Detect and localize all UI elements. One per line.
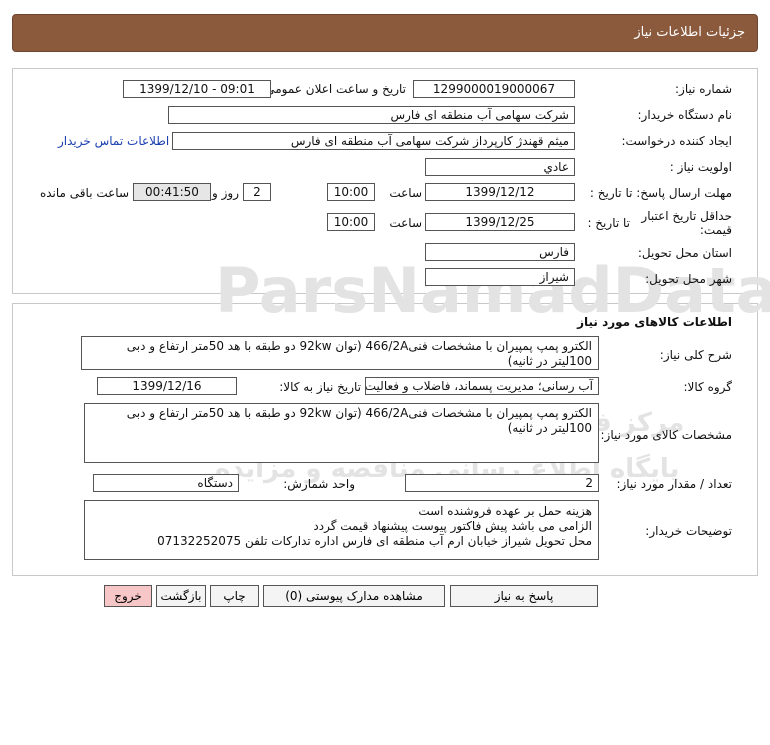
buyer-notes-line-1: هزینه حمل بر عهده فروشنده است xyxy=(418,504,592,518)
goods-specs-label: مشخصات کالای مورد نیاز: xyxy=(600,428,732,442)
city-label: شهر محل تحویل: xyxy=(645,272,732,286)
quantity-value: 2 xyxy=(405,474,599,492)
buyer-notes-box: هزینه حمل بر عهده فروشنده است الزامی می … xyxy=(84,500,599,560)
unit-label: واحد شمارش: xyxy=(283,477,355,491)
print-button[interactable]: چاپ xyxy=(210,585,259,607)
announce-datetime-value: 1399/12/10 - 09:01 xyxy=(123,80,271,98)
priority-label: اولویت نیاز : xyxy=(669,160,732,174)
general-desc-label: شرح کلی نیاز: xyxy=(659,348,732,362)
validity-time-label: ساعت xyxy=(389,216,422,230)
goods-group-label: گروه کالا: xyxy=(683,380,733,394)
general-desc-value: الکترو پمپ پمپیران با مشخصات فنی466/2A (… xyxy=(81,336,599,370)
need-date-goods-value: 1399/12/16 xyxy=(97,377,237,395)
buyer-org-value: شرکت سهامی آب منطقه ای فارس xyxy=(168,106,575,124)
exit-button[interactable]: خروج xyxy=(104,585,152,607)
unit-value: دستگاه xyxy=(93,474,239,492)
reply-date-value: 1399/12/12 xyxy=(425,183,575,201)
quantity-label: تعداد / مقدار مورد نیاز: xyxy=(616,477,732,491)
requester-value: میثم قهندژ کارپرداز شرکت سهامی آب منطقه … xyxy=(172,132,575,150)
days-left-value: 2 xyxy=(243,183,271,201)
goods-group-value: آب رسانی؛ مدیریت پسماند، فاضلاب و فعالیت… xyxy=(365,377,599,395)
reply-to-need-button[interactable]: پاسخ به نیاز xyxy=(450,585,598,607)
need-details-panel xyxy=(12,68,758,294)
province-value: فارس xyxy=(425,243,575,261)
reply-deadline-label: مهلت ارسال پاسخ: تا تاریخ : xyxy=(589,186,732,200)
validity-time-value: 10:00 xyxy=(327,213,375,231)
requester-label: ایجاد کننده درخواست: xyxy=(621,134,732,148)
buyer-contact-link[interactable]: اطلاعات تماس خریدار xyxy=(58,134,169,148)
countdown-value: 00:41:50 xyxy=(133,183,211,201)
buyer-notes-line-2: الزامی می باشد پیش فاکتور پیوست پیشنهاد … xyxy=(313,519,592,533)
validity-date-value: 1399/12/25 xyxy=(425,213,575,231)
goods-section-title: اطلاعات کالاهای مورد نیاز xyxy=(577,315,732,329)
hours-left-label: ساعت باقی مانده xyxy=(39,186,129,200)
goods-specs-value: الکترو پمپ پمپیران با مشخصات فنی466/2A (… xyxy=(84,403,599,463)
announce-datetime-label: تاریخ و ساعت اعلان عمومی: xyxy=(261,82,406,96)
need-date-goods-label: تاریخ نیاز به کالا: xyxy=(279,380,361,394)
price-validity-label-2: قیمت: xyxy=(699,223,732,237)
reply-time-label: ساعت xyxy=(389,186,422,200)
buyer-org-label: نام دستگاه خریدار: xyxy=(637,108,733,122)
province-label: استان محل تحویل: xyxy=(637,246,732,260)
days-and-label: روز و xyxy=(212,186,239,200)
view-attachments-button[interactable]: مشاهده مدارک پیوستی (0) xyxy=(263,585,445,607)
page-title: جزئیات اطلاعات نیاز xyxy=(634,25,745,40)
price-validity-label: حداقل تاریخ اعتبار xyxy=(641,209,732,223)
back-button[interactable]: بازگشت xyxy=(156,585,206,607)
priority-value: عادي xyxy=(425,158,575,176)
page-header: جزئیات اطلاعات نیاز xyxy=(12,14,758,52)
validity-until-label: تا تاریخ : xyxy=(587,216,630,230)
reply-time-value: 10:00 xyxy=(327,183,375,201)
need-number-value: 1299000019000067 xyxy=(413,80,575,98)
buyer-notes-label: توضیحات خریدار: xyxy=(645,524,732,538)
buyer-notes-line-3: محل تحویل شیراز خیابان ارم آب منطقه ای ف… xyxy=(157,534,592,548)
city-value: شیراز xyxy=(425,268,575,286)
need-number-label: شماره نیاز: xyxy=(675,82,732,96)
